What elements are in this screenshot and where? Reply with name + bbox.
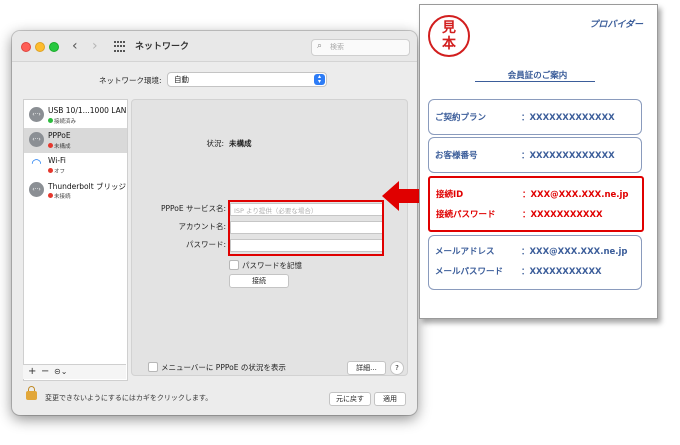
connection-panel: 接続ID ：XXX@XXX.XXX.ne.jp 接続パスワード ：XXXXXXX… <box>428 176 644 232</box>
service-status: 接続済み <box>54 119 77 125</box>
customer-panel: お客様番号 ：XXXXXXXXXXXXX <box>428 137 642 173</box>
location-select[interactable]: 自動 ▴ ▾ <box>167 72 327 87</box>
remember-password-checkbox[interactable] <box>229 260 239 270</box>
search-input[interactable]: ⌕ 検索 <box>311 39 410 56</box>
service-name: PPPoE <box>48 131 71 140</box>
lock-text: 変更できないようにするにはカギをクリックします。 <box>45 394 213 402</box>
minimize-window-button[interactable] <box>35 42 45 52</box>
ethernet-icon: ‹··› <box>29 132 44 147</box>
service-status: 未接続 <box>54 194 71 200</box>
zoom-window-button[interactable] <box>49 42 59 52</box>
highlight-box <box>228 200 384 256</box>
search-icon: ⌕ <box>317 41 323 51</box>
service-item-wifi[interactable]: ◠ Wi-Fi オフ <box>24 153 127 178</box>
revert-button[interactable]: 元に戻す <box>329 392 371 406</box>
service-name-label: PPPoE サービス名: <box>160 204 226 213</box>
connection-id-label: 接続ID <box>436 190 464 200</box>
remember-password-label: パスワードを記憶 <box>242 261 302 270</box>
help-button[interactable]: ? <box>390 361 404 375</box>
account-name-label: アカウント名: <box>178 222 226 231</box>
sample-stamp: 見本 <box>428 15 470 57</box>
customer-number-value: ：XXXXXXXXXXXXX <box>521 151 615 161</box>
service-list-toolbar: + − ⊝⌄ <box>23 364 126 379</box>
location-value: 自動 <box>174 75 189 84</box>
show-menubar-status-label: メニューバーに PPPoE の状況を表示 <box>161 363 286 372</box>
wifi-icon: ◠ <box>31 156 42 170</box>
customer-number-label: お客様番号 <box>435 151 478 161</box>
ethernet-icon: ‹··› <box>29 107 44 122</box>
apply-button[interactable]: 適用 <box>374 392 406 406</box>
service-name: Wi-Fi <box>48 156 66 165</box>
service-status: 未構成 <box>54 144 71 150</box>
connection-id-value: ：XXX@XXX.XXX.ne.jp <box>522 190 629 200</box>
status-dot <box>48 143 53 148</box>
status-label: 状況: <box>206 139 224 148</box>
lock-icon[interactable] <box>26 386 37 400</box>
chevron-up-down-icon: ▴ ▾ <box>314 74 325 85</box>
search-placeholder: 検索 <box>330 43 344 51</box>
mail-address-value: ：XXX@XXX.XXX.ne.jp <box>521 247 628 257</box>
service-item-thunderbolt[interactable]: ‹··› Thunderbolt ブリッジ 未接続 <box>24 178 127 203</box>
status-dot <box>48 193 53 198</box>
connection-password-label: 接続パスワード <box>436 210 496 220</box>
mail-panel: メールアドレス ：XXX@XXX.XXX.ne.jp メールパスワード ：XXX… <box>428 235 642 290</box>
add-service-button[interactable]: + <box>28 365 36 378</box>
service-name: Thunderbolt ブリッジ <box>48 182 127 191</box>
service-item-usb-lan[interactable]: ‹··› USB 10/1...1000 LAN 接続済み <box>24 103 127 128</box>
card-title: 会員証のご案内 <box>507 71 568 81</box>
network-preferences-window: ‹ › ネットワーク ⌕ 検索 ネットワーク環境: 自動 ▴ ▾ ‹··› USB… <box>12 31 417 415</box>
connect-button[interactable]: 接続 <box>229 274 289 288</box>
location-label: ネットワーク環境: <box>99 76 162 85</box>
mail-password-label: メールパスワード <box>435 267 504 277</box>
window-title: ネットワーク <box>135 42 190 52</box>
title-bar: ‹ › ネットワーク ⌕ 検索 <box>12 31 417 62</box>
service-item-pppoe[interactable]: ‹··› PPPoE 未構成 <box>24 128 127 153</box>
back-icon[interactable]: ‹ <box>72 38 78 54</box>
mail-address-label: メールアドレス <box>435 247 495 257</box>
membership-card: 見本 プロバイダー 会員証のご案内 ご契約プラン ：XXXXXXXXXXXXX … <box>419 4 658 319</box>
provider-name: プロバイダー <box>589 20 643 30</box>
service-status: オフ <box>54 169 66 175</box>
ethernet-icon: ‹··› <box>29 182 44 197</box>
plan-value: ：XXXXXXXXXXXXX <box>521 113 615 123</box>
status-dot <box>48 118 53 123</box>
connection-password-value: ：XXXXXXXXXXX <box>522 210 603 220</box>
advanced-button[interactable]: 詳細... <box>347 361 386 375</box>
status-value: 未構成 <box>229 139 252 148</box>
remove-service-button[interactable]: − <box>41 365 49 378</box>
service-actions-menu[interactable]: ⊝⌄ <box>54 365 67 378</box>
pppoe-detail-pane: 状況: 未構成 PPPoE サービス名: ISP より提供（必要な場合） アカウ… <box>131 99 408 376</box>
show-menubar-status-checkbox[interactable] <box>148 362 158 372</box>
forward-icon[interactable]: › <box>92 38 98 54</box>
password-label: パスワード: <box>185 240 226 249</box>
plan-label: ご契約プラン <box>435 113 487 123</box>
title-underline <box>475 81 595 82</box>
plan-panel: ご契約プラン ：XXXXXXXXXXXXX <box>428 99 642 135</box>
service-name: USB 10/1...1000 LAN <box>48 106 127 115</box>
status-dot <box>48 168 53 173</box>
service-list: ‹··› USB 10/1...1000 LAN 接続済み ‹··› PPPoE… <box>23 99 128 381</box>
mail-password-value: ：XXXXXXXXXXX <box>521 267 602 277</box>
close-window-button[interactable] <box>21 42 31 52</box>
show-all-grid-icon[interactable] <box>114 41 126 53</box>
